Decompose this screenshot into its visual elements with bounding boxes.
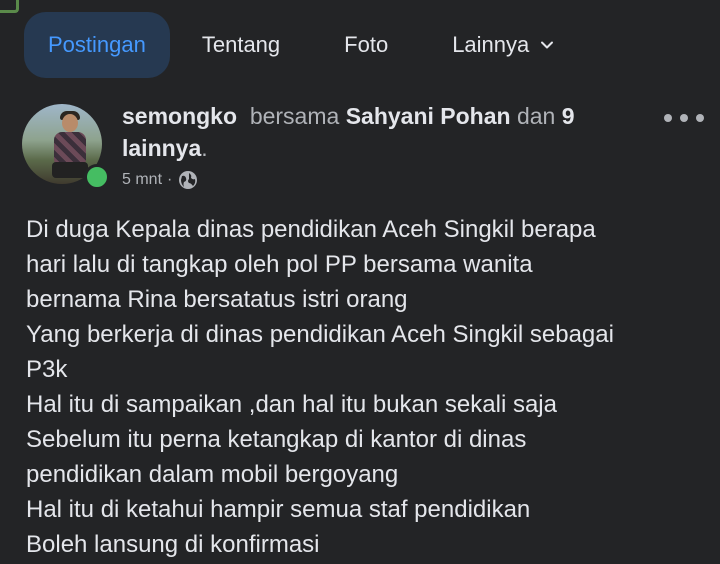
post-line: Yang berkerja di dinas pendidikan Aceh S… — [26, 321, 614, 348]
chevron-down-icon — [541, 41, 554, 49]
avatar-body — [54, 132, 86, 164]
more-options-button[interactable] — [664, 108, 704, 128]
avatar-head — [62, 114, 78, 132]
post-line: Di duga Kepala dinas pendidikan Aceh Sin… — [26, 216, 596, 243]
post-line: Hal itu di ketahui hampir semua staf pen… — [26, 496, 531, 523]
globe-icon — [179, 171, 198, 189]
dot-icon — [696, 114, 704, 122]
others-count: 9 — [561, 103, 575, 129]
tab-tentang[interactable]: Tentang — [170, 12, 312, 78]
dot-icon — [680, 114, 688, 122]
post-author-line: semongko bersama Sahyani Pohan dan 9 lain… — [122, 100, 642, 164]
post-line: hari lalu di tangkap oleh pol PP bersama… — [26, 251, 533, 278]
post-meta: 5 mnt · — [122, 170, 198, 190]
tagged-name[interactable]: Sahyani Pohan — [346, 103, 511, 129]
tab-lainnya-label: Lainnya — [452, 32, 530, 57]
post-body: Di duga Kepala dinas pendidikan Aceh Sin… — [26, 212, 706, 562]
post-line: Boleh lansung di konfirmasi — [26, 531, 320, 558]
dot-icon — [664, 114, 672, 122]
post-line: Hal itu di sampaikan ,dan hal itu bukan … — [26, 391, 557, 418]
corner-decoration — [0, 0, 19, 13]
and-word: dan — [516, 103, 556, 129]
author-name[interactable]: semongko — [122, 103, 237, 129]
post-line: P3k — [26, 356, 68, 383]
avatar-legs — [52, 162, 88, 178]
post-line: pendidikan dalam mobil bergoyang — [26, 461, 399, 488]
post-timestamp[interactable]: 5 mnt — [122, 171, 162, 189]
tab-postingan[interactable]: Postingan — [24, 12, 170, 78]
online-status-dot — [84, 164, 110, 190]
post-line: Sebelum itu perna ketangkap di kantor di… — [26, 426, 527, 453]
others-word: lainnya — [122, 135, 202, 161]
profile-tabs: Postingan Tentang Foto Lainnya — [24, 12, 720, 78]
post-line: bernama Rina bersatatus istri orang — [26, 286, 408, 313]
tab-foto[interactable]: Foto — [312, 12, 420, 78]
tab-lainnya[interactable]: Lainnya — [420, 12, 587, 78]
post-header: semongko bersama Sahyani Pohan dan 9 lain… — [22, 100, 704, 200]
meta-separator: · — [167, 171, 173, 188]
period: . — [201, 135, 208, 161]
with-word: bersama — [249, 103, 340, 129]
